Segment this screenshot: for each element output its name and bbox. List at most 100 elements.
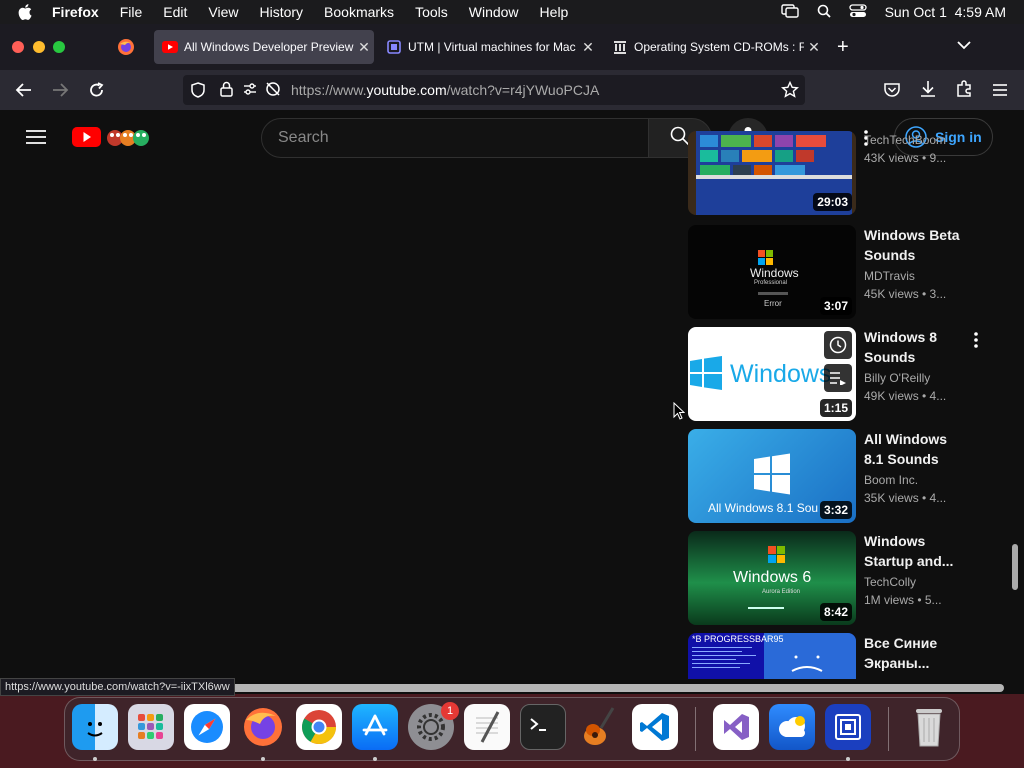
control-center-icon[interactable] [848, 3, 867, 21]
address-bar[interactable]: https://www.youtube.com/watch?v=r4jYWuoP… [183, 75, 805, 105]
search-input[interactable]: Search [261, 118, 649, 158]
macos-menu-bar: Firefox File Edit View History Bookmarks… [0, 0, 1024, 24]
menu-app-name[interactable]: Firefox [52, 4, 99, 20]
new-tab-icon[interactable]: + [837, 36, 849, 59]
tab-close-icon[interactable]: ✕ [354, 39, 374, 56]
win6-brand-text: Windows 6 [733, 569, 812, 586]
video-thumbnail[interactable]: All Windows 8.1 Sou 3:32 [688, 429, 856, 523]
menubar-datetime[interactable]: Sun Oct 1 4:59 AM [885, 4, 1006, 20]
video-channel[interactable]: TechColly [864, 575, 916, 589]
url-text[interactable]: https://www.youtube.com/watch?v=r4jYWuoP… [291, 82, 599, 98]
related-video-item[interactable]: Windows 6 Aurora Edition 8:42 Windows St… [688, 531, 1018, 625]
chrome-icon[interactable] [296, 704, 342, 750]
video-title[interactable]: Windows Beta Sounds [864, 225, 964, 265]
video-meta: 45K views • 3... [864, 287, 947, 301]
page-scrollbar[interactable] [1012, 544, 1018, 590]
video-title[interactable]: All Windows 8.1 Sounds [864, 429, 964, 469]
list-all-tabs-icon[interactable] [956, 38, 972, 56]
utm-icon[interactable] [825, 704, 871, 750]
downloads-icon[interactable] [919, 80, 937, 103]
app-store-icon[interactable] [352, 704, 398, 750]
tab-youtube[interactable]: All Windows Developer Preview ✕ [154, 30, 374, 64]
video-title[interactable]: Windows 8 Sounds [864, 327, 964, 367]
menu-history[interactable]: History [259, 4, 303, 20]
video-meta: 43K views • 9... [864, 151, 947, 165]
pocket-icon[interactable] [883, 81, 901, 104]
terminal-icon[interactable] [520, 704, 566, 750]
video-thumbnail[interactable]: *B PROGRESSBAR95 [688, 633, 856, 679]
menu-view[interactable]: View [208, 4, 238, 20]
add-to-queue-icon[interactable] [824, 364, 852, 392]
forward-arrow-icon[interactable] [51, 82, 69, 103]
related-video-item[interactable]: Windows 1:15 Windows 8 Sounds Billy O'Re… [688, 327, 1018, 421]
video-thumbnail[interactable]: Windows 1:15 [688, 327, 856, 421]
trash-icon[interactable] [906, 704, 952, 750]
win81-caption-text: All Windows 8.1 Sou [708, 501, 819, 515]
mouse-cursor-icon [673, 401, 686, 425]
search-placeholder: Search [278, 129, 329, 146]
app-menu-icon[interactable] [992, 83, 1008, 102]
video-thumbnail[interactable]: Windows 6 Aurora Edition 8:42 [688, 531, 856, 625]
video-duration: 3:32 [819, 501, 852, 519]
launchpad-icon[interactable] [128, 704, 174, 750]
apple-menu-icon[interactable] [18, 4, 38, 20]
window-minimize-button[interactable] [33, 41, 45, 53]
screen-mirroring-icon[interactable] [780, 3, 799, 21]
tracking-protection-shield-icon[interactable] [191, 82, 205, 103]
window-zoom-button[interactable] [53, 41, 65, 53]
firefox-view-icon[interactable] [117, 38, 135, 56]
running-indicator [93, 757, 97, 761]
related-video-item[interactable]: All Windows 8.1 Sou 3:32 All Windows 8.1… [688, 429, 1018, 523]
garageband-icon[interactable] [576, 704, 622, 750]
back-arrow-icon[interactable] [15, 82, 33, 103]
safari-icon[interactable] [184, 704, 230, 750]
related-video-item[interactable]: Windows Professional Error 3:07 Windows … [688, 225, 1018, 319]
menu-file[interactable]: File [120, 4, 143, 20]
textedit-icon[interactable] [464, 704, 510, 750]
video-thumbnail[interactable]: Windows Professional Error 3:07 [688, 225, 856, 319]
visual-studio-icon[interactable] [713, 704, 759, 750]
youtube-logo-icon[interactable] [72, 124, 152, 155]
tab-title: Operating System CD-ROMs : F [634, 40, 804, 54]
lock-icon[interactable] [220, 81, 233, 102]
autoplay-blocked-icon[interactable] [265, 81, 281, 102]
menu-help[interactable]: Help [540, 4, 569, 20]
related-video-item[interactable]: 29:03 TechTechBoom 43K views • 9... [688, 131, 1018, 215]
cloud-weather-icon[interactable] [769, 704, 815, 750]
tab-close-icon[interactable]: ✕ [804, 39, 824, 56]
window-close-button[interactable] [12, 41, 24, 53]
related-video-item[interactable]: *B PROGRESSBAR95 Все Синие Экраны... [688, 633, 1018, 679]
extensions-icon[interactable] [955, 80, 973, 103]
spotlight-search-icon[interactable] [817, 4, 831, 21]
video-title[interactable]: Windows Startup and... [864, 531, 964, 571]
tab-title: All Windows Developer Preview [184, 40, 354, 54]
menu-edit[interactable]: Edit [163, 4, 187, 20]
menu-tools[interactable]: Tools [415, 4, 448, 20]
running-indicator [373, 757, 377, 761]
video-thumbnail[interactable]: 29:03 [688, 131, 856, 215]
menu-bookmarks[interactable]: Bookmarks [324, 4, 394, 20]
watch-later-icon[interactable] [824, 331, 852, 359]
finder-icon[interactable] [72, 704, 118, 750]
permissions-icon[interactable] [243, 82, 257, 101]
menu-window[interactable]: Window [469, 4, 519, 20]
reload-icon[interactable] [88, 81, 106, 104]
video-channel[interactable]: Billy O'Reilly [864, 371, 930, 385]
video-channel[interactable]: TechTechBoom [864, 133, 946, 147]
guide-menu-icon[interactable] [26, 129, 46, 150]
video-duration: 3:07 [819, 297, 852, 315]
firefox-dock-icon[interactable] [240, 704, 286, 750]
winxp-brand-text: Windows [750, 266, 799, 280]
running-indicator [846, 757, 850, 761]
video-channel[interactable]: MDTravis [864, 269, 915, 283]
dock-separator [888, 707, 889, 751]
video-action-menu-icon[interactable] [974, 332, 978, 353]
url-domain: youtube.com [366, 82, 447, 98]
tab-close-icon[interactable]: ✕ [578, 39, 598, 56]
bookmark-star-icon[interactable] [781, 80, 799, 104]
tab-archive[interactable]: Operating System CD-ROMs : F ✕ [604, 30, 824, 64]
video-title[interactable]: Все Синие Экраны... [864, 633, 964, 673]
vscode-icon[interactable] [632, 704, 678, 750]
video-channel[interactable]: Boom Inc. [864, 473, 918, 487]
tab-utm[interactable]: UTM | Virtual machines for Mac ✕ [378, 30, 598, 64]
